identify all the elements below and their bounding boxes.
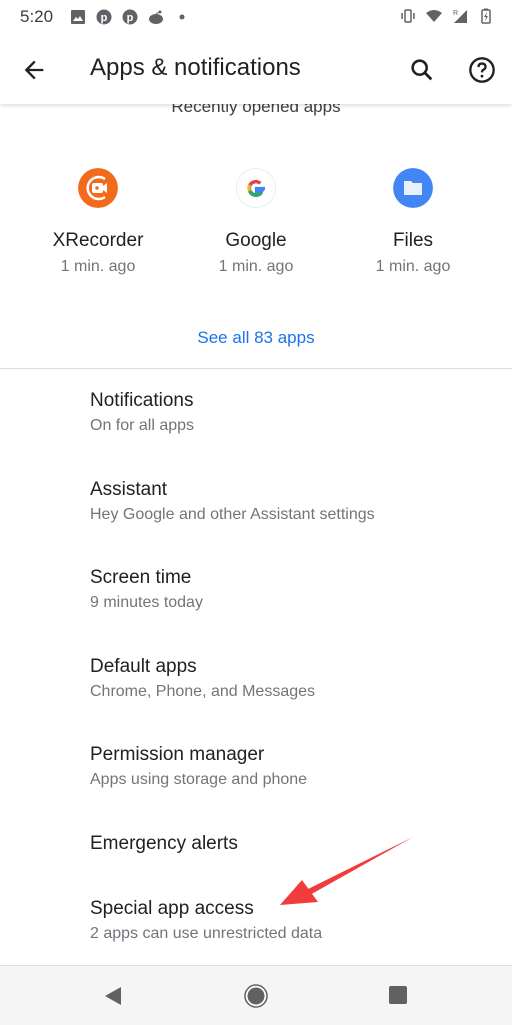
- recent-app-files[interactable]: Files 1 min. ago: [343, 168, 483, 276]
- pinterest-icon: p: [122, 9, 138, 25]
- item-title: Assistant: [90, 479, 168, 500]
- settings-item-screen-time[interactable]: Screen time 9 minutes today: [90, 567, 490, 612]
- item-subtitle: Chrome, Phone, and Messages: [90, 683, 316, 700]
- app-bar: Apps & notifications: [0, 36, 512, 104]
- settings-item-default-apps[interactable]: Default apps Chrome, Phone, and Messages: [90, 656, 490, 701]
- battery-charging-icon: [481, 8, 491, 24]
- settings-item-assistant[interactable]: Assistant Hey Google and other Assistant…: [90, 479, 490, 524]
- signal-roaming-icon: R: [453, 10, 467, 23]
- app-name: Google: [225, 230, 287, 251]
- roaming-label: R: [453, 10, 458, 17]
- divider: [0, 368, 512, 369]
- recent-apps: XRecorder 1 min. ago Google 1 min. ago F…: [0, 168, 512, 288]
- google-icon: [236, 168, 276, 208]
- item-title: Permission manager: [90, 744, 265, 765]
- nav-home-icon[interactable]: [244, 984, 268, 1008]
- item-title: Screen time: [90, 567, 192, 588]
- notification-icons: p p: [70, 9, 190, 25]
- item-subtitle: Apps using storage and phone: [90, 771, 308, 788]
- app-name: XRecorder: [52, 230, 144, 251]
- status-time: 5:20: [20, 7, 54, 26]
- svg-text:p: p: [101, 12, 108, 24]
- reddit-icon: [149, 10, 163, 24]
- help-icon[interactable]: [468, 56, 496, 84]
- search-icon[interactable]: [408, 56, 436, 84]
- system-icons: R: [400, 8, 494, 24]
- dot-icon: [179, 14, 185, 20]
- app-time: 1 min. ago: [375, 258, 451, 275]
- item-subtitle: 9 minutes today: [90, 594, 203, 611]
- recent-app-xrecorder[interactable]: XRecorder 1 min. ago: [28, 168, 168, 276]
- settings-item-permission-manager[interactable]: Permission manager Apps using storage an…: [90, 744, 490, 789]
- image-icon: [71, 10, 85, 24]
- nav-back-icon[interactable]: [103, 986, 123, 1006]
- settings-item-notifications[interactable]: Notifications On for all apps: [90, 390, 490, 435]
- status-bar: 5:20 p p R: [0, 0, 512, 36]
- item-subtitle: On for all apps: [90, 417, 195, 434]
- item-title: Notifications: [90, 390, 194, 411]
- files-icon: [393, 168, 433, 208]
- wifi-icon: [426, 10, 442, 22]
- item-subtitle: Hey Google and other Assistant settings: [90, 506, 375, 523]
- see-all-apps-link[interactable]: See all 83 apps: [0, 328, 512, 348]
- recent-app-google[interactable]: Google 1 min. ago: [186, 168, 326, 276]
- app-time: 1 min. ago: [218, 258, 294, 275]
- page-title: Apps & notifications: [90, 54, 301, 81]
- svg-text:p: p: [127, 12, 134, 24]
- item-title: Default apps: [90, 656, 197, 677]
- vibrate-icon: [401, 9, 415, 23]
- back-arrow-icon[interactable]: [20, 56, 48, 84]
- app-time: 1 min. ago: [60, 258, 136, 275]
- app-name: Files: [392, 230, 434, 251]
- xrecorder-icon: [78, 168, 118, 208]
- nav-recents-icon[interactable]: [388, 985, 408, 1005]
- annotation-arrow-icon: [280, 837, 413, 905]
- item-subtitle: 2 apps can use unrestricted data: [90, 925, 323, 942]
- navigation-bar: [0, 965, 512, 1025]
- pinterest-icon: p: [96, 9, 112, 25]
